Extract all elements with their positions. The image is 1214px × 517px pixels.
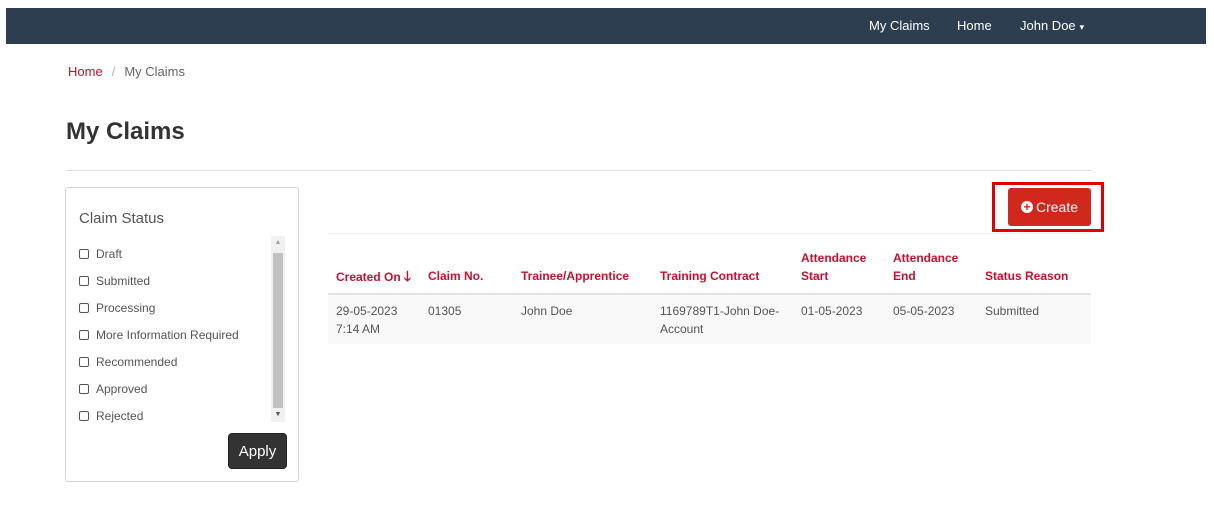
nav-my-claims[interactable]: My Claims <box>869 8 930 44</box>
cell-time: 7:14 AM <box>336 322 381 336</box>
breadcrumb-separator: / <box>111 64 116 79</box>
column-header-label: Created On <box>336 270 401 284</box>
filter-option-more-information-required[interactable]: More Information Required <box>79 326 239 344</box>
filter-option-label: Recommended <box>96 355 178 369</box>
column-header-attendance-start[interactable]: Attendance Start <box>801 249 866 285</box>
filter-scrollbar[interactable]: ▲ ▼ <box>271 236 285 422</box>
column-header-label: Attendance <box>801 251 867 265</box>
column-header-label: Attendance <box>893 251 959 265</box>
filter-option-label: Approved <box>96 382 148 396</box>
filter-option-label: Processing <box>96 301 156 315</box>
filter-option-processing[interactable]: Processing <box>79 299 155 317</box>
plus-circle-icon: + <box>1020 201 1033 213</box>
cell-training-contract: 1169789T1-John Doe- Account <box>660 302 779 338</box>
checkbox[interactable] <box>79 411 89 421</box>
user-menu[interactable]: John Doe ▾ <box>1020 8 1084 44</box>
cell-created-on: 29-05-2023 7:14 AM <box>336 302 397 338</box>
column-header-training-contract[interactable]: Training Contract <box>660 267 759 285</box>
column-header-attendance-end[interactable]: Attendance End <box>893 249 958 285</box>
nav-home[interactable]: Home <box>957 8 992 44</box>
claim-status-filter-panel: Claim Status Draft Submitted Processing … <box>65 187 299 482</box>
scroll-down-arrow-icon[interactable]: ▼ <box>271 408 285 422</box>
column-header-status-reason[interactable]: Status Reason <box>985 267 1068 285</box>
create-button-label: Create <box>1035 199 1079 215</box>
column-header-trainee[interactable]: Trainee/Apprentice <box>521 267 629 285</box>
filter-option-recommended[interactable]: Recommended <box>79 353 177 371</box>
checkbox[interactable] <box>79 303 89 313</box>
create-button[interactable]: + Create <box>1008 188 1091 226</box>
title-divider <box>66 170 1091 171</box>
cell-claim-no: 01305 <box>428 304 462 318</box>
cell-text: Account <box>660 322 704 336</box>
cell-trainee: John Doe <box>521 304 573 318</box>
apply-button[interactable]: Apply <box>228 433 287 469</box>
checkbox[interactable] <box>79 357 89 367</box>
scrollbar-thumb[interactable] <box>273 253 283 408</box>
column-header-claim-no[interactable]: Claim No. <box>428 267 483 285</box>
table-top-border <box>328 233 1091 234</box>
cell-status-reason: Submitted <box>985 304 1040 318</box>
breadcrumb-current: My Claims <box>124 64 185 79</box>
checkbox[interactable] <box>79 249 89 259</box>
cell-text: 1169789T1-John Doe- <box>660 304 780 318</box>
breadcrumb-home-link[interactable]: Home <box>68 64 103 79</box>
filter-option-approved[interactable]: Approved <box>79 380 147 398</box>
sort-descending-arrow-icon: 🡓 <box>403 268 411 284</box>
cell-attendance-end: 05-05-2023 <box>893 304 955 318</box>
filter-option-label: Submitted <box>96 274 151 288</box>
column-header-label: Start <box>801 269 829 283</box>
user-name: John Doe <box>1020 18 1076 33</box>
page-title: My Claims <box>66 118 185 145</box>
filter-option-label: Draft <box>96 247 123 261</box>
breadcrumb: Home / My Claims <box>68 64 185 79</box>
checkbox[interactable] <box>79 330 89 340</box>
cell-date: 29-05-2023 <box>336 304 398 318</box>
filter-title: Claim Status <box>79 210 165 227</box>
filter-option-label: Rejected <box>96 409 144 423</box>
filter-option-draft[interactable]: Draft <box>79 245 122 263</box>
scroll-up-arrow-icon[interactable]: ▲ <box>271 236 285 250</box>
checkbox[interactable] <box>79 276 89 286</box>
top-navbar: My Claims Home John Doe ▾ <box>6 8 1206 44</box>
caret-down-icon: ▾ <box>1079 22 1085 32</box>
column-header-label: End <box>893 269 916 283</box>
column-header-created-on[interactable]: Created On 🡓 <box>336 267 411 286</box>
cell-attendance-start: 01-05-2023 <box>801 304 863 318</box>
filter-option-label: More Information Required <box>96 328 239 342</box>
filter-option-rejected[interactable]: Rejected <box>79 407 143 425</box>
checkbox[interactable] <box>79 384 89 394</box>
filter-option-submitted[interactable]: Submitted <box>79 272 150 290</box>
